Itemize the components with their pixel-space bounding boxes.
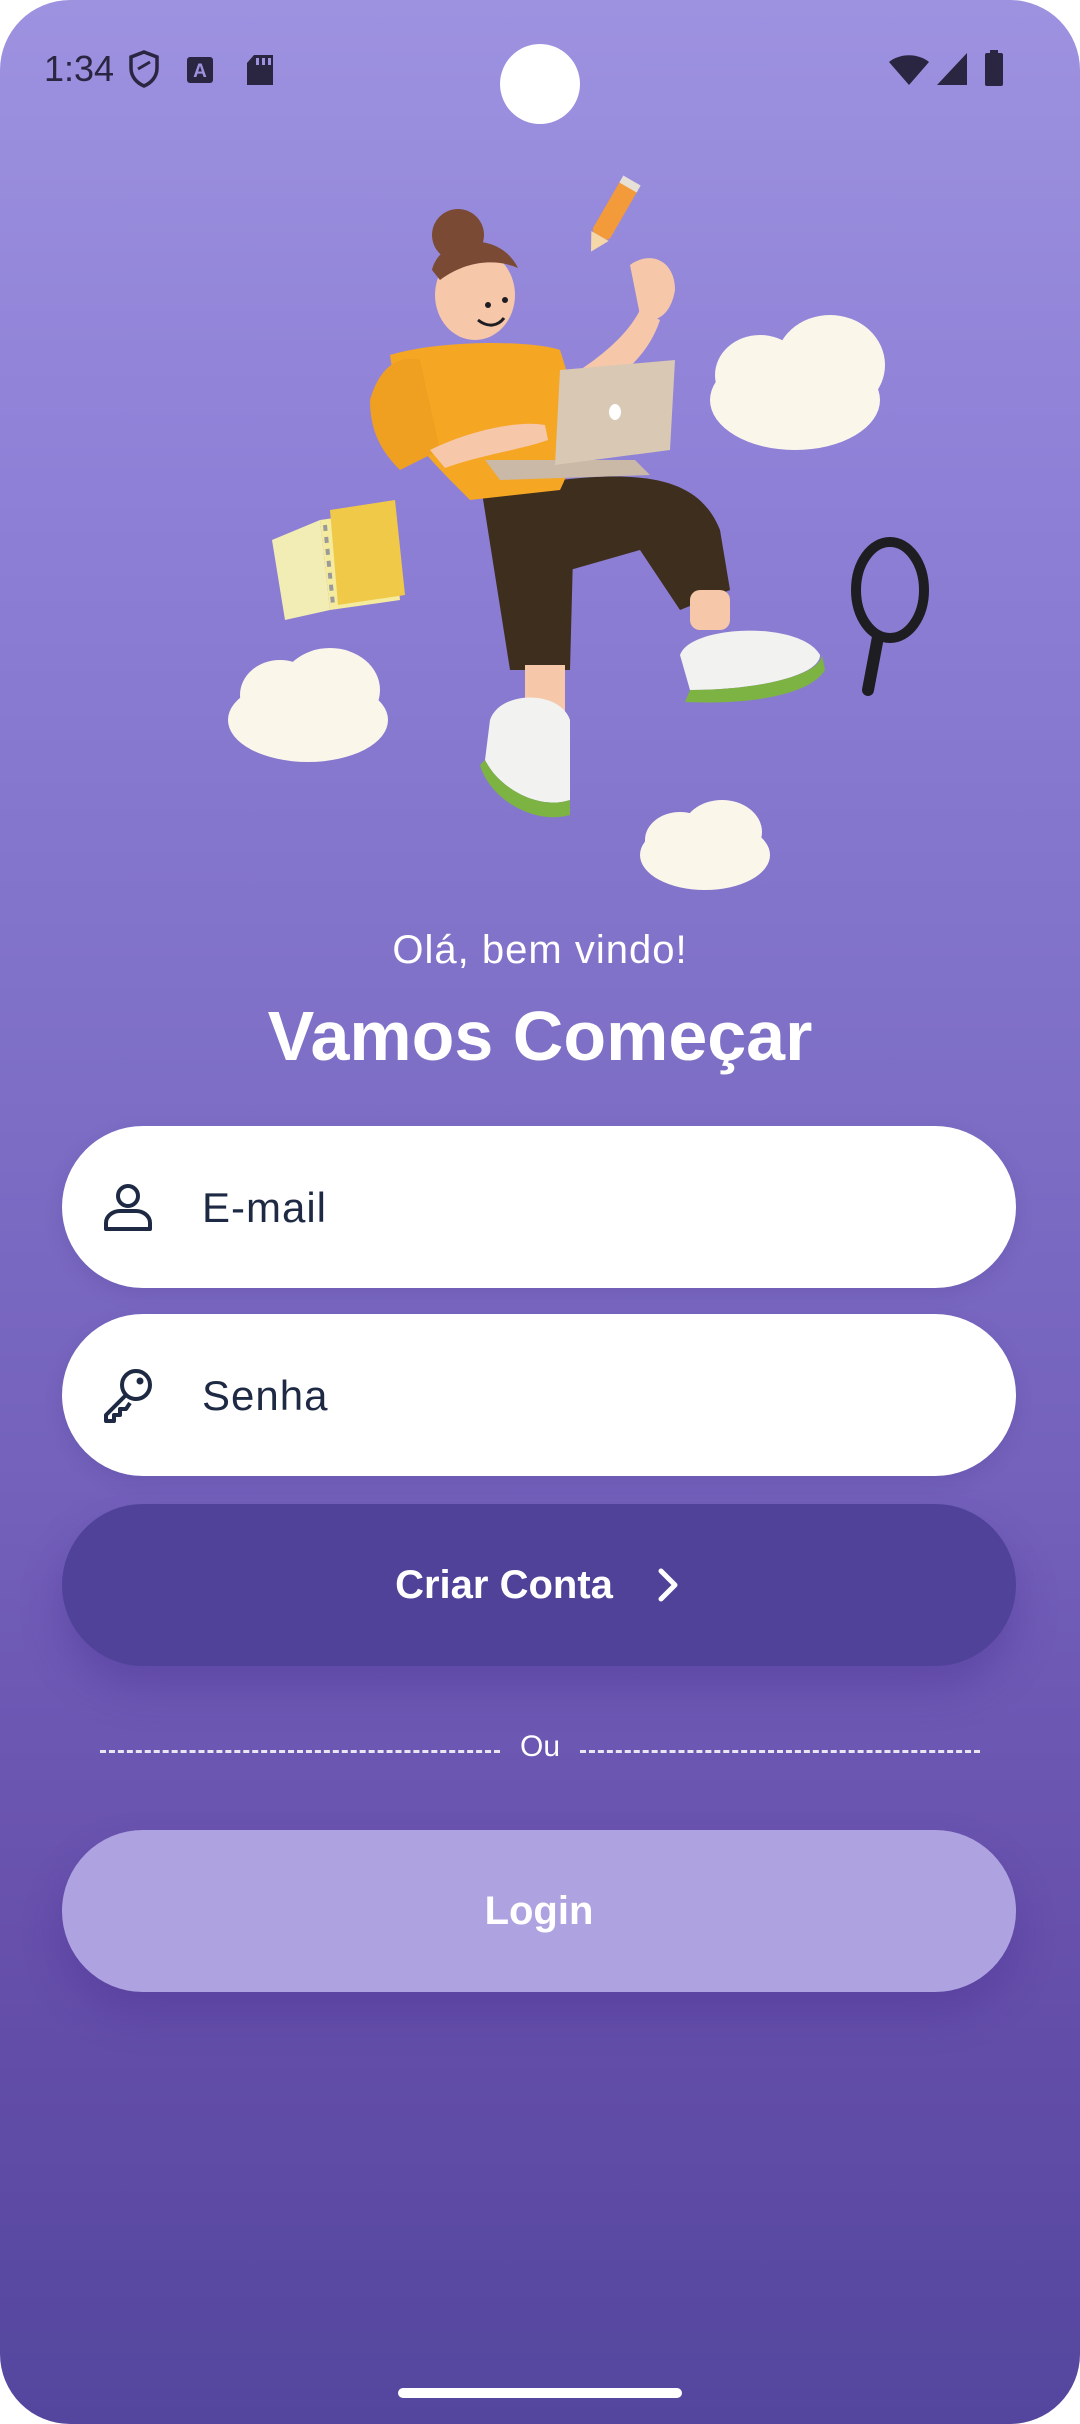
chevron-right-icon: [658, 1568, 678, 1602]
login-button[interactable]: Login: [62, 1830, 1016, 1992]
person-with-laptop-illustration: [228, 175, 929, 890]
svg-text:A: A: [193, 61, 207, 82]
status-bar: 1:34 A: [0, 0, 1080, 140]
cloud-bottom: [640, 800, 770, 890]
create-account-label: Criar Conta: [395, 1562, 613, 1607]
status-time: 1:34: [44, 48, 115, 89]
greeting-text: Olá, bem vindo!: [392, 928, 688, 972]
home-indicator[interactable]: [398, 2388, 682, 2398]
key-icon: [104, 1369, 152, 1423]
create-account-button[interactable]: Criar Conta: [62, 1504, 1016, 1666]
page-title: Vamos Começar: [267, 997, 813, 1075]
keyboard-a-icon: A: [187, 57, 213, 83]
person: [370, 209, 825, 818]
notebook: [272, 500, 405, 620]
password-input[interactable]: [200, 1314, 984, 1478]
battery-icon: [985, 50, 1003, 86]
wifi-icon: [889, 55, 929, 85]
sd-card-icon: [247, 55, 273, 85]
phone-screen: 1:34 A Olá, bem vindo! Vamos Começar E-m…: [0, 0, 1080, 2424]
password-field[interactable]: [62, 1314, 1016, 1478]
camera-cutout: [500, 44, 580, 124]
email-input[interactable]: [200, 1126, 984, 1290]
cloud-right: [710, 315, 885, 450]
user-icon: [104, 1184, 152, 1231]
pencil: [591, 175, 641, 252]
login-label: Login: [484, 1888, 594, 1933]
signal-icon: [937, 53, 967, 85]
magnifier: [851, 537, 929, 696]
divider-line-right: [580, 1750, 980, 1753]
or-divider: Ou: [100, 1726, 980, 1776]
cloud-left: [228, 648, 388, 762]
email-field[interactable]: [62, 1126, 1016, 1290]
divider-label: Ou: [519, 1730, 561, 1763]
shield-icon: [129, 50, 159, 88]
